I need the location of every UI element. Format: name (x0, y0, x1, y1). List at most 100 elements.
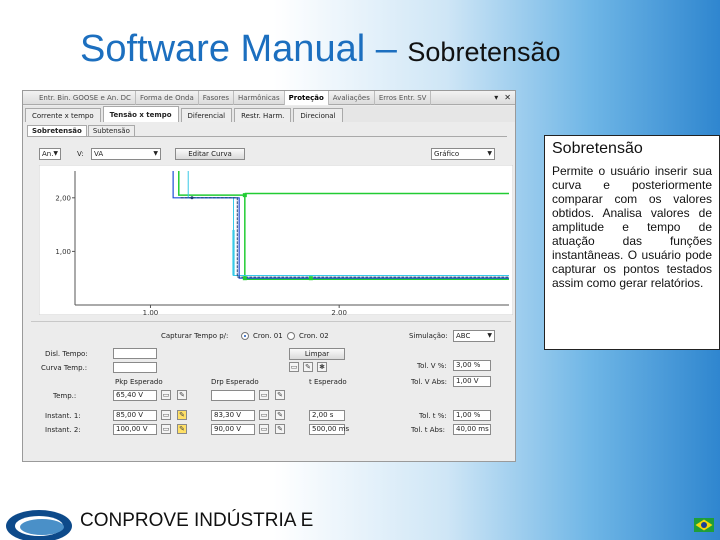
simulation-select[interactable]: ABC ▼ (453, 330, 495, 342)
analog-select-value: An. (42, 150, 54, 158)
analog-select[interactable]: An. ▼ (39, 148, 61, 160)
tab-voltage-time[interactable]: Tensão x tempo (102, 106, 179, 122)
chart-toolbar: An. ▼ V: VA ▼ Editar Curva Gráfico ▼ (39, 148, 509, 162)
curve-time-input[interactable] (113, 362, 157, 373)
time-instant2-input[interactable]: 500,00 ms (309, 424, 349, 435)
col-pick-header: Pkp Esperado (115, 378, 163, 386)
row-label-instant1: Instant. 1: (45, 412, 81, 420)
pick-instant2-input[interactable]: 100,00 V (113, 424, 157, 435)
chevron-down-icon: ▼ (487, 332, 492, 339)
tol-t-pct-input[interactable]: 1,00 % (453, 410, 491, 421)
tab-current-time[interactable]: Corrente x tempo (25, 108, 101, 122)
chevron-down-icon: ▼ (487, 150, 492, 157)
drop-instant2-input[interactable]: 90,00 V (211, 424, 255, 435)
main-tab-harmonics[interactable]: Harmônicas (234, 90, 285, 105)
tol-v-abs-label: Tol. V Abs: (411, 378, 448, 386)
main-tab-waveform[interactable]: Forma de Onda (136, 90, 199, 105)
disp-time-label: Disl. Tempo: (45, 350, 88, 358)
voltage-select[interactable]: VA ▼ (91, 148, 161, 160)
main-tab-goose[interactable]: Entr. Bin. GOOSE e An. DC (35, 90, 136, 105)
row-label-temp: Temp.: (53, 392, 77, 400)
graph-select-value: Gráfico (434, 150, 460, 158)
edit-curve-button[interactable]: Editar Curva (175, 148, 245, 160)
tol-t-abs-input[interactable]: 40,00 ms (453, 424, 491, 435)
tab-differential[interactable]: Diferencial (180, 108, 233, 122)
pencil-icon[interactable]: ✎ (177, 390, 187, 400)
tab-undervoltage[interactable]: Subtensão (87, 125, 135, 136)
time-instant1-input[interactable]: 2,00 s (309, 410, 345, 421)
close-icon[interactable]: ✕ (504, 93, 511, 102)
point-marker-green (242, 193, 247, 198)
simulation-select-value: ABC (456, 332, 471, 340)
pencil-icon[interactable]: ✎ (303, 362, 313, 372)
pencil-icon[interactable]: ✎ (275, 424, 285, 434)
footer-company-text: CONPROVE INDÚSTRIA E (80, 510, 314, 531)
cron1-radio[interactable] (241, 332, 249, 340)
pick-icon[interactable]: ▭ (259, 410, 269, 420)
main-tab-sv-errors[interactable]: Erros Entr. SV (375, 90, 432, 105)
drop-instant1-input[interactable]: 83,30 V (211, 410, 255, 421)
disp-time-input[interactable] (113, 348, 157, 359)
clear-button[interactable]: Limpar (289, 348, 345, 360)
x-tick-label: 2,00 (331, 309, 347, 315)
simulation-label: Simulação: (409, 332, 448, 340)
pick-temp-input[interactable]: 65,40 V (113, 390, 157, 401)
pick-icon[interactable]: ▭ (259, 390, 269, 400)
cron1-label: Cron. 01 (253, 332, 283, 340)
curve-time-label: Curva Temp.: (41, 364, 88, 372)
voltage-time-chart[interactable]: 2,00 1,00 1,00 2,00 (39, 165, 513, 315)
main-tab-phasors[interactable]: Fasores (199, 90, 235, 105)
tol-v-pct-input[interactable]: 3,00 % (453, 360, 491, 371)
app-window: Entr. Bin. GOOSE e An. DC Forma de Onda … (22, 90, 516, 462)
main-tab-bar: Entr. Bin. GOOSE e An. DC Forma de Onda … (23, 90, 515, 105)
tol-v-pct-label: Tol. V %: (417, 362, 447, 370)
brazil-flag-icon (694, 518, 714, 532)
info-title: Sobretensão (552, 140, 643, 157)
cron2-label: Cron. 02 (299, 332, 329, 340)
menu-arrow-icon[interactable]: ▾ (494, 93, 498, 102)
chevron-down-icon: ▼ (53, 150, 58, 157)
pick-icon[interactable]: ▭ (161, 410, 171, 420)
pick-icon[interactable]: ▭ (161, 424, 171, 434)
cron2-radio[interactable] (287, 332, 295, 340)
pick-icon[interactable]: ▭ (289, 362, 299, 372)
conprove-logo-icon (6, 510, 72, 540)
tol-t-abs-label: Tol. t Abs: (411, 426, 445, 434)
chevron-down-icon: ▼ (153, 150, 158, 157)
slide-title: Software Manual – Sobretensão (80, 28, 561, 71)
y-tick-label: 2,00 (55, 194, 71, 202)
sub-tab-bar: Sobretensão Subtensão (27, 125, 507, 137)
y-tick-label: 1,00 (55, 248, 71, 256)
pick-icon[interactable]: ▭ (161, 390, 171, 400)
tab-overvoltage[interactable]: Sobretensão (27, 125, 87, 136)
main-tab-protection[interactable]: Proteção (284, 90, 329, 105)
row-label-instant2: Instant. 2: (45, 426, 81, 434)
test-parameters-panel: Capturar Tempo p/: Cron. 01 Cron. 02 Sim… (31, 321, 511, 456)
main-tab-evaluations[interactable]: Avaliações (329, 90, 375, 105)
pencil-icon[interactable]: ✎ (275, 390, 285, 400)
tol-v-abs-input[interactable]: 1,00 V (453, 376, 491, 387)
settings-icon[interactable]: ✱ (317, 362, 327, 372)
pencil-icon[interactable]: ✎ (275, 410, 285, 420)
slide-title-sub: Sobretensão (407, 37, 561, 67)
tab-harmonic-restraint[interactable]: Restr. Harm. (234, 108, 292, 122)
point-marker-dark (190, 196, 194, 200)
x-tick-label: 1,00 (143, 309, 159, 315)
pencil-icon[interactable]: ✎ (177, 424, 187, 434)
window-controls: ▾ ✕ (494, 93, 515, 102)
pick-icon[interactable]: ▭ (259, 424, 269, 434)
pick-instant1-input[interactable]: 85,00 V (113, 410, 157, 421)
pencil-icon[interactable]: ✎ (177, 410, 187, 420)
capture-time-label: Capturar Tempo p/: (161, 332, 229, 340)
protection-tab-bar: Corrente x tempo Tensão x tempo Diferenc… (23, 106, 515, 122)
point-marker-green (242, 276, 247, 281)
point-marker-green (308, 276, 313, 281)
tol-t-pct-label: Tol. t %: (419, 412, 447, 420)
col-drop-header: Drp Esperado (211, 378, 259, 386)
drop-temp-input[interactable] (211, 390, 255, 401)
graph-select[interactable]: Gráfico ▼ (431, 148, 495, 160)
voltage-select-value: VA (94, 150, 104, 158)
slide-title-main: Software Manual – (80, 28, 408, 70)
info-body: Permite o usuário inserir sua curva e po… (552, 164, 712, 290)
tab-directional[interactable]: Direcional (293, 108, 343, 122)
